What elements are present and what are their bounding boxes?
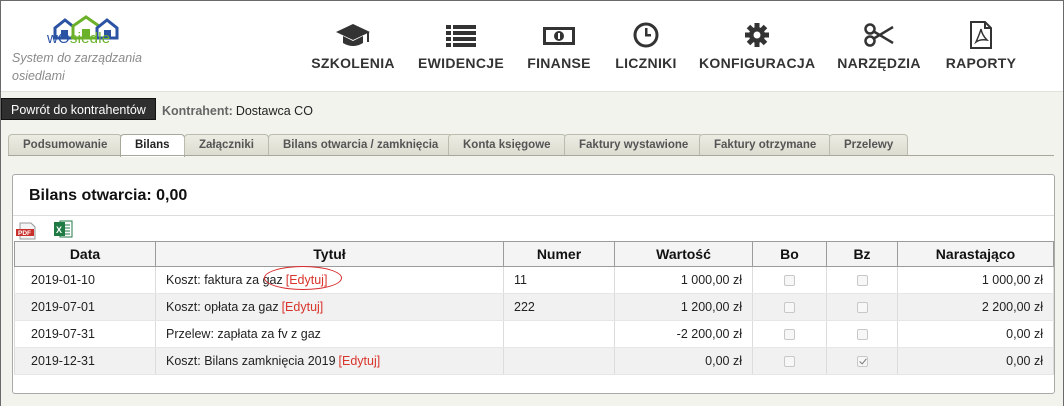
tab-underline <box>8 155 1054 156</box>
contractor-info: Kontrahent: Dostawca CO <box>162 104 313 118</box>
table-row: 2019-07-01 Koszt: opłata za gaz [Edytuj] … <box>14 293 1054 321</box>
back-to-contractors-button[interactable]: Powrót do kontrahentów <box>1 98 156 120</box>
tab-bilans[interactable]: Bilans <box>120 134 185 157</box>
column-header-data[interactable]: Data <box>14 241 156 267</box>
cell-bz <box>826 347 898 375</box>
cell-number: 222 <box>503 293 615 321</box>
svg-text:X: X <box>56 225 62 235</box>
title-text: Koszt: faktura za gaz <box>166 273 283 287</box>
cell-bz <box>826 293 898 321</box>
pdf-file-icon <box>970 21 992 49</box>
cell-bo <box>752 347 827 375</box>
gear-icon <box>745 23 769 47</box>
cell-number <box>503 347 615 375</box>
tab-przelewy[interactable]: Przelewy <box>829 134 909 155</box>
cell-cumulative: 0,00 zł <box>897 347 1054 375</box>
clock-icon <box>633 22 659 48</box>
page-title: Bilans otwarcia: 0,00 <box>29 187 188 204</box>
edit-link[interactable]: [Edytuj] <box>286 273 328 287</box>
title-text: Koszt: Bilans zamknięcia 2019 <box>166 354 336 368</box>
tagline: System do zarządzania osiedlami <box>12 51 142 83</box>
cell-cumulative: 2 200,00 zł <box>897 293 1054 321</box>
table-header-row: Data Tytuł Numer Wartość Bo Bz Narastają… <box>14 241 1054 267</box>
tab-zalaczniki[interactable]: Załączniki <box>184 134 269 155</box>
edit-link[interactable]: [Edytuj] <box>282 300 324 314</box>
cell-title: Przelew: zapłata za fv z gaz <box>155 320 504 348</box>
bz-checkbox-checked[interactable] <box>856 356 868 368</box>
nav-szkolenia[interactable]: SZKOLENIA <box>311 21 395 71</box>
cell-value: 0,00 zł <box>614 347 753 375</box>
logo-text: wOsiedle <box>47 30 111 47</box>
cell-date: 2019-01-10 <box>14 266 156 294</box>
column-header-narastajaco[interactable]: Narastająco <box>897 241 1054 267</box>
column-header-wartosc[interactable]: Wartość <box>614 241 753 267</box>
cell-cumulative: 1 000,00 zł <box>897 266 1054 294</box>
column-header-numer[interactable]: Numer <box>503 241 615 267</box>
table-row: 2019-07-31 Przelew: zapłata za fv z gaz … <box>14 320 1054 348</box>
graduation-cap-icon <box>336 24 370 46</box>
bo-checkbox[interactable] <box>784 275 795 287</box>
scissors-icon <box>864 23 894 47</box>
tab-bilans-otwarcia-zamkniecia[interactable]: Bilans otwarcia / zamknięcia <box>268 134 454 155</box>
nav-raporty[interactable]: RAPORTY <box>943 21 1019 71</box>
pdf-export-icon[interactable]: PDF <box>16 222 38 240</box>
bo-checkbox[interactable] <box>784 356 795 368</box>
balance-table: Data Tytuł Numer Wartość Bo Bz Narastają… <box>14 241 1054 375</box>
panel-divider <box>13 215 1054 216</box>
tab-faktury-wystawione[interactable]: Faktury wystawione <box>564 134 704 155</box>
tab-podsumowanie[interactable]: Podsumowanie <box>8 134 123 155</box>
cell-value: 1 200,00 zł <box>614 293 753 321</box>
svg-text:PDF: PDF <box>18 230 31 237</box>
cell-value: 1 000,00 zł <box>614 266 753 294</box>
nav-liczniki[interactable]: LICZNIKI <box>611 21 681 71</box>
list-icon <box>446 25 476 47</box>
bz-checkbox[interactable] <box>856 275 868 287</box>
cell-date: 2019-12-31 <box>14 347 156 375</box>
column-header-bo[interactable]: Bo <box>752 241 827 267</box>
bz-checkbox[interactable] <box>856 302 868 314</box>
title-text: Przelew: zapłata za fv z gaz <box>166 327 321 341</box>
cell-cumulative: 0,00 zł <box>897 320 1054 348</box>
contractor-bar: Powrót do kontrahentów Kontrahent: Dostaw… <box>1 91 1063 123</box>
cell-bz <box>826 266 898 294</box>
nav-ewidencje[interactable]: EWIDENCJE <box>414 21 508 71</box>
header: wOsiedle System do zarządzania osiedlami… <box>1 1 1063 91</box>
bz-checkbox[interactable] <box>856 329 868 341</box>
excel-export-icon[interactable]: X <box>53 219 73 239</box>
tab-konta-ksiegowe[interactable]: Konta księgowe <box>448 134 566 155</box>
bo-checkbox[interactable] <box>784 329 795 341</box>
nav-finanse[interactable]: FINANSE <box>523 21 595 71</box>
cell-value: -2 200,00 zł <box>614 320 753 348</box>
table-row: 2019-12-31 Koszt: Bilans zamknięcia 2019… <box>14 347 1054 375</box>
nav-narzedzia[interactable]: NARZĘDZIA <box>836 21 922 71</box>
cell-bo <box>752 266 827 294</box>
table-row: 2019-01-10 Koszt: faktura za gaz [Edytuj]… <box>14 266 1054 294</box>
tab-faktury-otrzymane[interactable]: Faktury otrzymane <box>699 134 832 155</box>
contractor-label: Kontrahent: <box>162 104 233 118</box>
balance-panel: Bilans otwarcia: 0,00 PDF X Data Tytuł N… <box>12 174 1055 394</box>
cell-date: 2019-07-31 <box>14 320 156 348</box>
nav-konfiguracja[interactable]: KONFIGURACJA <box>699 21 815 71</box>
column-header-tytul[interactable]: Tytuł <box>155 241 504 267</box>
bo-checkbox[interactable] <box>784 302 795 314</box>
edit-link[interactable]: [Edytuj] <box>339 354 381 368</box>
cell-bo <box>752 320 827 348</box>
cell-title: Koszt: Bilans zamknięcia 2019 [Edytuj] <box>155 347 504 375</box>
money-icon <box>543 27 575 45</box>
cell-bo <box>752 293 827 321</box>
cell-bz <box>826 320 898 348</box>
column-header-bz[interactable]: Bz <box>826 241 898 267</box>
title-text: Koszt: opłata za gaz <box>166 300 279 314</box>
cell-title: Koszt: faktura za gaz [Edytuj] <box>155 266 504 294</box>
cell-number: 11 <box>503 266 615 294</box>
cell-number <box>503 320 615 348</box>
cell-title: Koszt: opłata za gaz [Edytuj] <box>155 293 504 321</box>
contractor-value: Dostawca CO <box>235 104 313 118</box>
cell-date: 2019-07-01 <box>14 293 156 321</box>
